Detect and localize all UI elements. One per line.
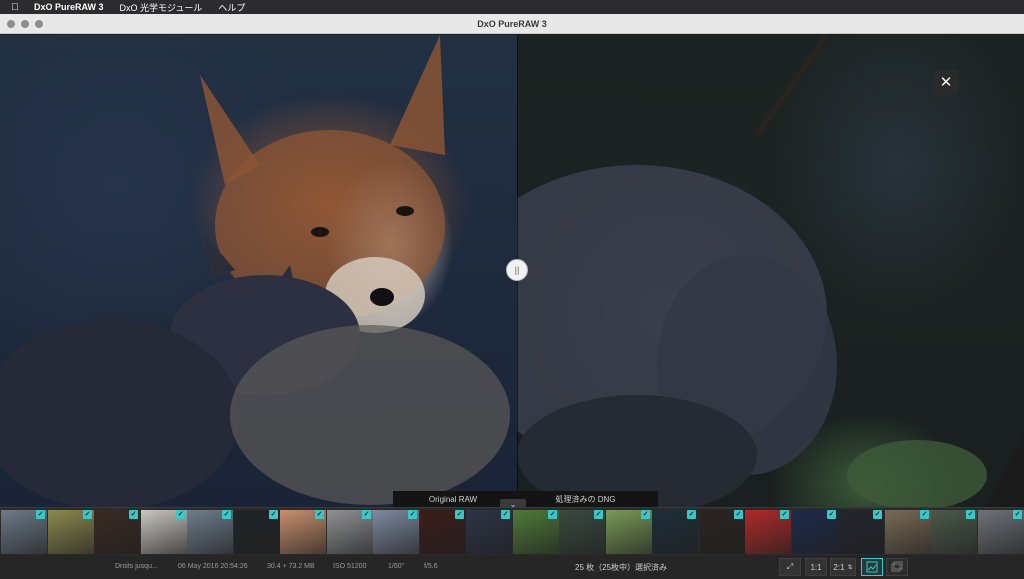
file-size: 30.4 + 73.2 MB [267,563,315,570]
aperture-value: f/5.6 [424,563,438,570]
fit-screen-icon: ⤢ [786,562,794,571]
filmstrip[interactable]: ✓ ✓ ✓ ✓ ✓ ✓ ✓ ✓ ✓ ✓ ✓ ✓ ✓ ✓ ✓ ✓ ✓ ✓ ✓ ✓ ✓ ✓ [0,507,1024,555]
processed-dng-pane [517,35,1024,507]
close-icon: ✕ [939,74,953,91]
fit-to-screen-button[interactable]: ⤢ [779,558,801,576]
menu-optics-modules[interactable]: DxO 光学モジュール [120,1,203,14]
stepper-arrows-icon: ⇅ [847,564,853,571]
split-handle[interactable]: || [506,259,528,281]
capture-date: 06 May 2016 20:54:26 [178,563,248,570]
thumbnail-checkbox[interactable]: ✓ [873,510,882,519]
menu-app[interactable]: DxO PureRAW 3 [34,2,104,12]
menu-help[interactable]: ヘルプ [218,1,245,14]
compare-view-button[interactable] [861,558,883,576]
thumbnail-checkbox[interactable]: ✓ [594,510,603,519]
status-bar: Droits jusqu... 06 May 2016 20:54:26 30.… [0,555,1024,579]
thumbnail-checkbox[interactable]: ✓ [455,510,464,519]
apple-icon[interactable]:  [10,2,20,13]
original-raw-label: Original RAW [428,494,478,504]
thumbnail-checkbox[interactable]: ✓ [687,510,696,519]
thumbnail-checkbox[interactable]: ✓ [83,510,92,519]
processed-dng-label: 処理済みの DNG [555,494,616,504]
thumbnail-checkbox[interactable]: ✓ [966,510,975,519]
zoom-window-button[interactable] [35,20,43,28]
original-raw-pane [0,35,517,507]
window-title: DxO PureRAW 3 [477,18,547,29]
thumbnail-checkbox[interactable]: ✓ [548,510,557,519]
zoom-level-value: 2:1 [833,562,845,572]
iso-value: ISO 51200 [333,563,367,570]
close-viewer-button[interactable]: ✕ [934,70,958,94]
minimize-window-button[interactable] [21,20,29,28]
menu-bar:  DxO PureRAW 3 DxO 光学モジュール ヘルプ [0,0,1024,14]
single-view-button[interactable] [886,558,908,576]
thumbnail-checkbox[interactable]: ✓ [501,510,510,519]
thumbnail-checkbox[interactable]: ✓ [176,510,185,519]
thumbnail-checkbox[interactable]: ✓ [362,510,371,519]
image-viewer[interactable]: || ✕ [0,35,1024,507]
thumbnail-checkbox[interactable]: ✓ [1013,510,1022,519]
thumbnail-checkbox[interactable]: ✓ [222,510,231,519]
window-controls [7,20,43,28]
zoom-1-1-button[interactable]: 1:1 [805,558,827,576]
thumbnail-checkbox[interactable]: ✓ [920,510,929,519]
thumbnail-checkbox[interactable]: ✓ [734,510,743,519]
close-window-button[interactable] [7,20,15,28]
zoom-level-select[interactable]: 2:1 ⇅ [830,558,856,576]
single-view-icon [891,561,903,572]
thumbnail-checkbox[interactable]: ✓ [827,510,836,519]
thumbnail-checkbox[interactable]: ✓ [315,510,324,519]
thumbnail-checkbox[interactable]: ✓ [780,510,789,519]
original-image [0,35,510,507]
shutter-speed: 1/60" [388,563,405,570]
thumbnail-checkbox[interactable]: ✓ [641,510,650,519]
thumbnail-checkbox[interactable]: ✓ [129,510,138,519]
thumbnail-checkbox[interactable]: ✓ [269,510,278,519]
window-titlebar: DxO PureRAW 3 [0,14,1024,34]
thumbnail-checkbox[interactable]: ✓ [36,510,45,519]
compare-view-icon [866,561,878,573]
processed-image [517,35,1024,507]
selection-count: 25 枚（25枚中）選択済み [575,563,668,572]
thumbnail-checkbox[interactable]: ✓ [408,510,417,519]
copyright-info: Droits jusqu... [115,563,158,570]
